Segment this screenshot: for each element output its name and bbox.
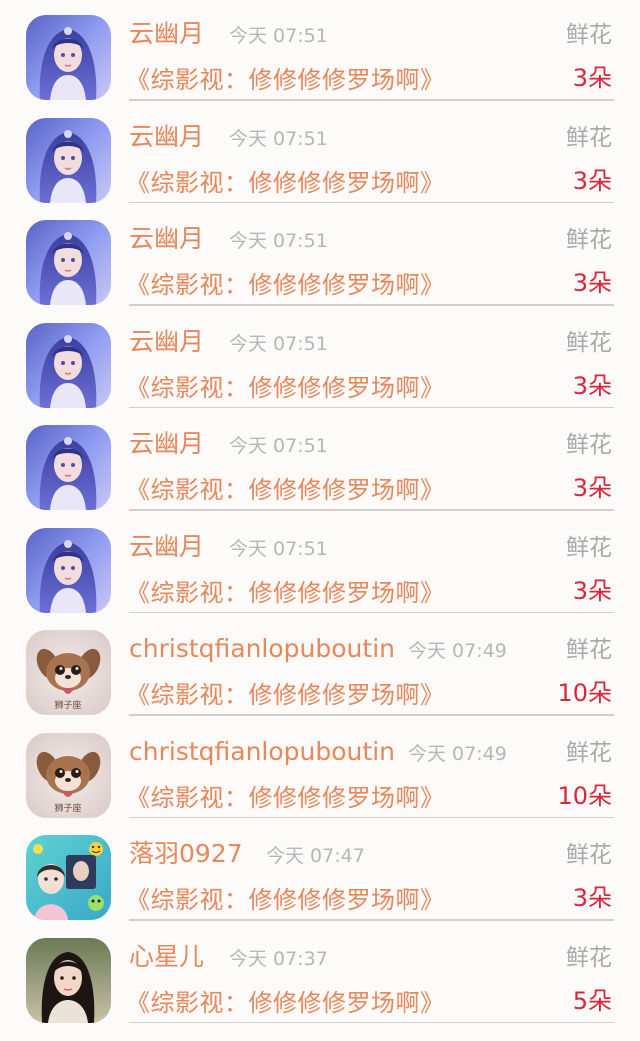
- gift-count: 3朵: [572, 474, 612, 502]
- timestamp: 今天 07:37: [229, 947, 328, 970]
- timestamp: 今天 07:49: [408, 640, 507, 662]
- fairy-avatar-icon[interactable]: [26, 527, 111, 613]
- gift-type-label: 鲜花: [566, 637, 612, 663]
- row-divider: [129, 816, 614, 818]
- gift-count: 10朵: [557, 781, 612, 810]
- list-item[interactable]: 云幽月 今天 07:51 鲜花《综影视：修修修修罗场啊》 3朵: [0, 205, 640, 307]
- collage-avatar-icon[interactable]: [26, 835, 111, 920]
- gift-count: 3朵: [572, 166, 612, 195]
- puppy-avatar-icon[interactable]: 狮子座: [26, 732, 111, 818]
- username[interactable]: 云幽月: [129, 324, 204, 360]
- gift-count: 3朵: [572, 576, 612, 605]
- gift-type-label: 鲜花: [566, 227, 612, 253]
- username[interactable]: 云幽月: [129, 426, 204, 462]
- row-divider: [129, 714, 614, 716]
- gift-type-label: 鲜花: [566, 534, 612, 561]
- username[interactable]: 云幽月: [129, 529, 204, 565]
- gift-count: 3朵: [572, 371, 612, 400]
- fairy-avatar-icon[interactable]: [26, 220, 111, 305]
- timestamp: 今天 07:51: [229, 332, 328, 355]
- fairy-avatar-icon[interactable]: [26, 425, 111, 510]
- row-divider: [129, 509, 614, 511]
- gift-type-label: 鲜花: [566, 329, 612, 356]
- puppy-avatar-icon[interactable]: 狮子座: [26, 630, 111, 715]
- svg-text:狮子座: 狮子座: [54, 802, 81, 814]
- book-title-link[interactable]: 《综影视：修修修修罗场啊》: [126, 472, 445, 508]
- list-item[interactable]: 云幽月 今天 07:51 鲜花《综影视：修修修修罗场啊》 3朵: [0, 513, 640, 615]
- row-divider: [129, 201, 614, 203]
- book-title-link[interactable]: 《综影视：修修修修罗场啊》: [126, 882, 445, 918]
- gift-type-label: 鲜花: [566, 739, 612, 766]
- username[interactable]: christqfianlopuboutin: [129, 734, 395, 770]
- gift-count: 3朵: [572, 269, 612, 297]
- list-item[interactable]: 云幽月 今天 07:51 鲜花《综影视：修修修修罗场啊》 3朵: [0, 308, 640, 410]
- username[interactable]: 云幽月: [129, 221, 204, 257]
- timestamp: 今天 07:51: [229, 127, 328, 150]
- fairy-avatar-icon[interactable]: [26, 322, 111, 408]
- book-title-link[interactable]: 《综影视：修修修修罗场啊》: [126, 165, 445, 201]
- gift-record-list: 云幽月 今天 07:51 鲜花 《综影视：修修修修罗场啊》 3朵 云幽月 今天 07:51 鲜…: [0, 0, 640, 1041]
- list-item[interactable]: 落羽0927 今天 07:47 鲜花《综影视：修修修修罗场啊》 3朵: [0, 820, 640, 922]
- book-title-link[interactable]: 《综影视：修修修修罗场啊》: [126, 677, 445, 713]
- row-divider: [129, 611, 614, 613]
- timestamp: 今天 07:51: [229, 435, 328, 457]
- username[interactable]: 云幽月: [129, 119, 204, 155]
- timestamp: 今天 07:51: [229, 25, 328, 47]
- list-item[interactable]: 云幽月 今天 07:51 鲜花《综影视：修修修修罗场啊》 3朵: [0, 0, 640, 102]
- row-divider: [129, 406, 614, 408]
- gift-count: 3朵: [572, 64, 612, 92]
- list-item[interactable]: 狮子座 christqfianlopuboutin 今天 07:49 鲜花《综影视：修…: [0, 718, 640, 820]
- timestamp: 今天 07:51: [229, 230, 328, 252]
- row-divider: [129, 99, 614, 101]
- book-title-link[interactable]: 《综影视：修修修修罗场啊》: [126, 985, 445, 1021]
- username[interactable]: 云幽月: [129, 16, 204, 52]
- gift-type-label: 鲜花: [566, 432, 612, 458]
- row-divider: [129, 304, 614, 306]
- gift-type-label: 鲜花: [566, 842, 612, 868]
- gift-type-label: 鲜花: [566, 124, 612, 151]
- row-divider: [129, 919, 614, 921]
- timestamp: 今天 07:49: [408, 742, 507, 765]
- book-title-link[interactable]: 《综影视：修修修修罗场啊》: [126, 370, 445, 406]
- portrait-avatar-icon[interactable]: [26, 937, 111, 1023]
- fairy-avatar-icon[interactable]: [26, 15, 111, 100]
- book-title-link[interactable]: 《综影视：修修修修罗场啊》: [126, 267, 445, 303]
- username[interactable]: 落羽0927: [129, 836, 243, 872]
- gift-type-label: 鲜花: [566, 22, 612, 48]
- timestamp: 今天 07:47: [266, 845, 365, 867]
- username[interactable]: christqfianlopuboutin: [129, 631, 395, 667]
- row-divider: [129, 1021, 614, 1023]
- username[interactable]: 心星儿: [129, 939, 204, 975]
- list-item[interactable]: 心星儿 今天 07:37 鲜花《综影视：修修修修罗场啊》 5朵: [0, 923, 640, 1025]
- timestamp: 今天 07:51: [229, 537, 328, 560]
- list-item[interactable]: 云幽月 今天 07:51 鲜花《综影视：修修修修罗场啊》 3朵: [0, 103, 640, 205]
- book-title-link[interactable]: 《综影视：修修修修罗场啊》: [126, 575, 445, 611]
- gift-count: 5朵: [572, 986, 612, 1015]
- list-item[interactable]: 狮子座 christqfianlopuboutin 今天 07:49 鲜花《综影视：修…: [0, 615, 640, 717]
- fairy-avatar-icon[interactable]: [26, 117, 111, 203]
- gift-count: 3朵: [572, 884, 612, 912]
- gift-type-label: 鲜花: [566, 944, 612, 971]
- svg-text:狮子座: 狮子座: [54, 699, 81, 711]
- list-item[interactable]: 云幽月 今天 07:51 鲜花《综影视：修修修修罗场啊》 3朵: [0, 410, 640, 512]
- book-title-link[interactable]: 《综影视：修修修修罗场啊》: [126, 780, 445, 816]
- book-title-link[interactable]: 《综影视：修修修修罗场啊》: [126, 62, 445, 98]
- gift-count: 10朵: [557, 679, 612, 707]
